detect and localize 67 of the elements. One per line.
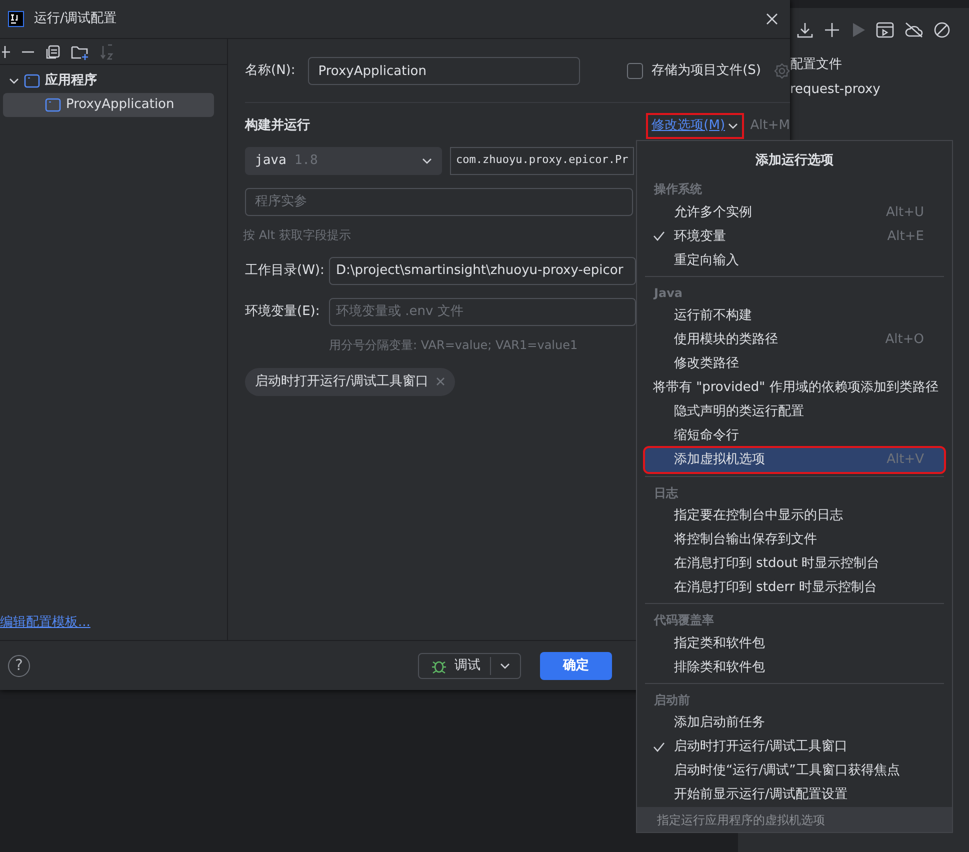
checkbox-label: 存储为项目文件(S) <box>652 62 761 80</box>
panel-text: 配置文件 <box>790 56 842 74</box>
section-title: 构建并运行 <box>245 116 310 135</box>
menu-item[interactable]: 将带有 "provided" 作用域的依赖项添加到类路径 <box>645 376 944 400</box>
menu-item[interactable]: 重定向输入 <box>645 248 944 272</box>
field-label: 环境变量(E): <box>245 302 321 321</box>
group-header: 启动前 <box>653 692 691 710</box>
debug-split-button[interactable]: 调试 <box>418 652 520 678</box>
help-button[interactable]: ? <box>8 654 30 676</box>
group-header: 日志 <box>653 484 680 502</box>
menu-item[interactable]: 指定要在控制台中显示的日志 <box>645 504 944 528</box>
folder-add-icon[interactable] <box>71 44 89 60</box>
cancel-icon[interactable] <box>934 22 950 38</box>
popup-footer-hint: 指定运行应用程序的虚拟机选项 <box>637 807 952 832</box>
field-hint: 按 Alt 获取字段提示 <box>243 226 351 244</box>
main-class-field[interactable]: com.zhuoyu.proxy.epicor.Pr <box>450 146 634 174</box>
popup-title: 添加运行选项 <box>754 152 834 170</box>
app-window-icon <box>24 74 40 88</box>
caret-icon[interactable] <box>500 660 510 670</box>
working-directory-field[interactable]: D:\project\smartinsight\zhuoyu-proxy-epicor <box>329 256 636 284</box>
cloud-off-icon[interactable] <box>904 22 924 38</box>
program-args-field[interactable]: 程序实参 <box>245 188 633 216</box>
menu-item[interactable]: 开始前显示运行/调试配置设置 <box>645 783 944 808</box>
add-icon[interactable] <box>824 22 840 38</box>
group-header: Java <box>652 285 684 302</box>
caret-icon <box>728 120 738 131</box>
menu-item[interactable]: 隐式声明的类运行配置 <box>645 400 944 424</box>
group-header: 操作系统 <box>652 181 703 198</box>
edit-templates-link[interactable]: 编辑配置模板... <box>0 612 227 632</box>
menu-item[interactable]: 添加启动前任务 <box>645 711 944 736</box>
app-window-icon <box>45 98 61 112</box>
name-field[interactable]: ProxyApplication <box>308 57 580 85</box>
option-chip[interactable]: 启动时打开运行/调试工具窗口 <box>245 368 456 396</box>
menu-item[interactable]: 运行前不构建 <box>645 304 944 328</box>
field-label: 名称(N): <box>245 62 296 80</box>
menu-item[interactable]: 允许多个实例 Alt+U <box>645 200 944 224</box>
checkbox[interactable] <box>627 63 643 79</box>
menu-item[interactable]: 启动时使“运行/调试”工具窗口获得焦点 <box>645 759 944 784</box>
window-icon[interactable] <box>876 22 894 38</box>
group-header: 代码覆盖率 <box>652 612 715 630</box>
menu-item[interactable]: 指定类和软件包 <box>645 631 944 656</box>
menu-item[interactable]: 缩短命令行 <box>645 424 944 448</box>
menu-item[interactable]: 修改类路径 <box>645 352 944 376</box>
add-icon[interactable] <box>0 44 10 58</box>
ok-button[interactable]: 确定 <box>540 652 612 680</box>
menu-item[interactable]: 在消息打印到 stdout 时显示控制台 <box>645 552 944 576</box>
chevron-down-icon <box>422 156 432 166</box>
tree-item[interactable]: ProxyApplication <box>3 93 214 117</box>
tree-item[interactable]: 应用程序 <box>3 69 214 93</box>
menu-item[interactable]: 将控制台输出保存到文件 <box>645 528 944 552</box>
chevron-down-icon <box>9 76 19 86</box>
menu-item[interactable]: 使用模块的类路径 Alt+O <box>645 328 944 352</box>
jdk-dropdown[interactable]: java 1.8 <box>245 146 442 174</box>
app-logo-icon <box>8 11 24 27</box>
field-hint: 用分号分隔变量: VAR=value; VAR1=value1 <box>329 336 578 354</box>
menu-item[interactable]: 环境变量 Alt+E <box>645 224 944 248</box>
panel-text: request-proxy <box>790 81 880 99</box>
download-icon[interactable] <box>796 21 814 39</box>
field-label: 工作目录(W): <box>245 262 326 280</box>
window-title: 运行/调试配置 <box>34 10 116 28</box>
menu-item[interactable]: 在消息打印到 stderr 时显示控制台 <box>645 576 944 600</box>
shortcut-hint: Alt+M <box>750 117 790 135</box>
menu-item[interactable]: 排除类和软件包 <box>645 655 944 680</box>
environment-variables-field[interactable]: 环境变量或 .env 文件 <box>329 298 636 326</box>
copy-icon[interactable] <box>46 44 60 58</box>
menu-item[interactable]: 启动时打开运行/调试工具窗口 <box>645 735 944 760</box>
menu-item[interactable]: 添加虚拟机选项 Alt+V <box>645 448 944 472</box>
